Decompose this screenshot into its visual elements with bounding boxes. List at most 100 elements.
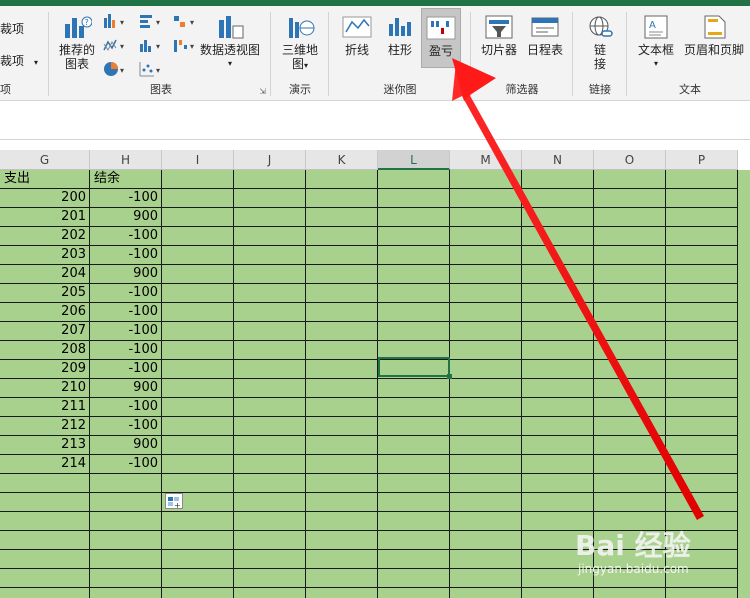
column-header-M[interactable]: M	[450, 150, 522, 170]
cell[interactable]	[594, 303, 666, 322]
cell[interactable]	[522, 284, 594, 303]
cell[interactable]	[666, 170, 738, 189]
expense-cell[interactable]: 211	[0, 398, 90, 417]
cell[interactable]	[594, 493, 666, 512]
cell[interactable]	[234, 512, 306, 531]
cell[interactable]	[450, 189, 522, 208]
column-header-G[interactable]: G	[0, 150, 90, 170]
timeline-button[interactable]: 日程表	[522, 14, 568, 57]
cell[interactable]	[234, 417, 306, 436]
cell[interactable]	[666, 322, 738, 341]
cell[interactable]	[522, 246, 594, 265]
cell[interactable]	[666, 417, 738, 436]
cell[interactable]	[306, 170, 378, 189]
header-footer-button[interactable]: 页眉和页脚	[680, 14, 748, 57]
cell[interactable]	[666, 208, 738, 227]
cell[interactable]	[234, 398, 306, 417]
selected-cell-L[interactable]	[378, 357, 450, 377]
balance-cell[interactable]: 900	[90, 265, 162, 284]
cell[interactable]	[378, 379, 450, 398]
cell[interactable]	[162, 569, 234, 588]
cell[interactable]	[234, 227, 306, 246]
cell[interactable]	[162, 189, 234, 208]
cell[interactable]	[450, 531, 522, 550]
cell[interactable]	[450, 265, 522, 284]
cell[interactable]	[522, 398, 594, 417]
cell[interactable]	[594, 474, 666, 493]
cell[interactable]	[666, 474, 738, 493]
cell[interactable]	[594, 322, 666, 341]
cell[interactable]	[234, 265, 306, 284]
cell[interactable]	[450, 170, 522, 189]
cell[interactable]	[306, 569, 378, 588]
addins-item-2[interactable]: 裁项 ▾	[0, 54, 40, 70]
cell[interactable]	[594, 170, 666, 189]
cell[interactable]	[594, 341, 666, 360]
cell[interactable]	[162, 341, 234, 360]
cell[interactable]	[522, 474, 594, 493]
cell[interactable]	[594, 284, 666, 303]
cell[interactable]	[162, 417, 234, 436]
cell[interactable]	[162, 284, 234, 303]
cell[interactable]	[522, 208, 594, 227]
cell[interactable]	[378, 531, 450, 550]
column-header-O[interactable]: O	[594, 150, 666, 170]
expense-cell[interactable]: 213	[0, 436, 90, 455]
cell[interactable]	[306, 284, 378, 303]
expense-cell[interactable]: 212	[0, 417, 90, 436]
cell[interactable]	[378, 569, 450, 588]
cell[interactable]	[162, 531, 234, 550]
cell[interactable]	[666, 360, 738, 379]
cell[interactable]	[450, 569, 522, 588]
cell[interactable]	[162, 360, 234, 379]
column-header-H[interactable]: H	[90, 150, 162, 170]
cell[interactable]	[522, 303, 594, 322]
balance-cell[interactable]: 900	[90, 379, 162, 398]
cell[interactable]	[234, 246, 306, 265]
cell[interactable]	[378, 398, 450, 417]
cell[interactable]	[378, 474, 450, 493]
cell[interactable]	[306, 455, 378, 474]
cell[interactable]	[234, 474, 306, 493]
cell[interactable]	[90, 493, 162, 512]
expense-cell[interactable]: 206	[0, 303, 90, 322]
cell[interactable]	[666, 189, 738, 208]
cell[interactable]	[378, 284, 450, 303]
cell[interactable]	[450, 246, 522, 265]
cell[interactable]	[450, 436, 522, 455]
statistic-chart-icon[interactable]: ▾	[138, 36, 172, 54]
cell[interactable]	[450, 417, 522, 436]
expense-cell[interactable]: 214	[0, 455, 90, 474]
balance-cell[interactable]: -100	[90, 360, 162, 379]
cell[interactable]	[450, 550, 522, 569]
cell[interactable]	[306, 246, 378, 265]
cell[interactable]	[450, 588, 522, 598]
cell[interactable]	[378, 246, 450, 265]
formula-bar-area[interactable]	[0, 101, 750, 140]
cell[interactable]	[234, 360, 306, 379]
cell[interactable]	[234, 189, 306, 208]
balance-cell[interactable]: -100	[90, 455, 162, 474]
cell[interactable]	[450, 493, 522, 512]
cell[interactable]	[450, 512, 522, 531]
cell[interactable]	[162, 379, 234, 398]
cell[interactable]	[378, 227, 450, 246]
cell[interactable]	[306, 208, 378, 227]
cell[interactable]	[666, 398, 738, 417]
cell[interactable]	[234, 303, 306, 322]
cell[interactable]	[234, 550, 306, 569]
cell[interactable]	[306, 550, 378, 569]
cell[interactable]	[162, 398, 234, 417]
textbox-button[interactable]: A 文本框 ▾	[634, 14, 678, 71]
cell[interactable]	[450, 474, 522, 493]
cell[interactable]	[234, 284, 306, 303]
cell[interactable]	[450, 398, 522, 417]
cell[interactable]	[162, 170, 234, 189]
cell[interactable]	[0, 588, 90, 598]
cell[interactable]	[306, 588, 378, 598]
cell[interactable]	[522, 379, 594, 398]
sparkline-column-button[interactable]: 柱形	[380, 14, 420, 57]
cell[interactable]	[234, 569, 306, 588]
cell[interactable]	[306, 189, 378, 208]
cell[interactable]	[522, 360, 594, 379]
